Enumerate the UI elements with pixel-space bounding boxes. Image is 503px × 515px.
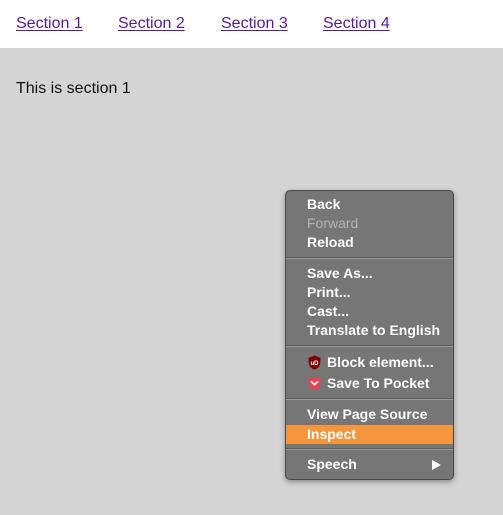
menu-item-forward: Forward	[307, 215, 359, 231]
context-menu: Back Forward Reload Save As... Print... …	[285, 190, 454, 480]
menu-item-back[interactable]: Back	[286, 195, 453, 214]
menu-item-block-element[interactable]: uD Block element...	[286, 353, 453, 372]
menu-item-label: Save To Pocket	[327, 375, 430, 391]
ublock-origin-icon: uD	[308, 355, 321, 370]
submenu-arrow-icon	[432, 460, 441, 470]
menu-item-reload[interactable]: Reload	[286, 233, 453, 252]
menu-separator	[286, 448, 453, 450]
menu-separator	[286, 398, 453, 400]
nav-link-section-2[interactable]: Section 2	[118, 14, 185, 34]
menu-item-save-to-pocket[interactable]: Save To Pocket	[286, 374, 453, 393]
menu-item-view-page-source[interactable]: View Page Source	[286, 405, 453, 424]
nav-link-section-4[interactable]: Section 4	[323, 14, 390, 34]
menu-separator	[286, 345, 453, 347]
nav-link-section-1[interactable]: Section 1	[16, 14, 83, 34]
nav-link-section-3[interactable]: Section 3	[221, 14, 288, 34]
menu-item-inspect[interactable]: Inspect	[286, 425, 453, 444]
menu-item-label: Speech	[307, 456, 357, 472]
menu-item-speech[interactable]: Speech	[286, 455, 453, 474]
top-navigation: Section 1 Section 2 Section 3 Section 4	[0, 0, 503, 48]
section-text: This is section 1	[16, 80, 131, 97]
menu-separator	[286, 257, 453, 259]
menu-item-translate[interactable]: Translate to English	[286, 321, 453, 340]
menu-item-print[interactable]: Print...	[286, 283, 453, 302]
menu-item-label: Block element...	[327, 354, 434, 370]
svg-text:uD: uD	[310, 360, 319, 367]
menu-item-cast[interactable]: Cast...	[286, 302, 453, 321]
pocket-icon	[308, 377, 321, 390]
menu-item-save-as[interactable]: Save As...	[286, 264, 453, 283]
